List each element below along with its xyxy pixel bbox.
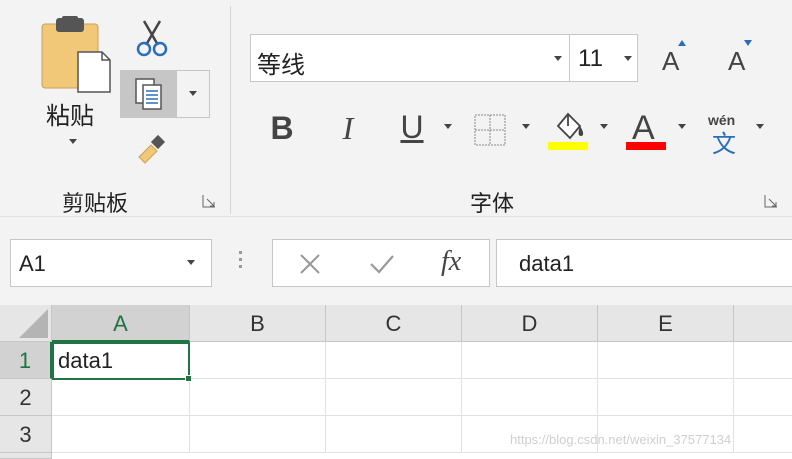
select-all-button[interactable] (0, 305, 52, 342)
column-header-e[interactable]: E (598, 305, 734, 342)
name-box[interactable]: A1 (10, 239, 212, 287)
watermark: https://blog.csdn.net/weixin_37577134 (510, 432, 732, 447)
column-header-d[interactable]: D (462, 305, 598, 342)
font-name-value: 等线 (257, 51, 305, 79)
formula-input[interactable]: data1 (496, 239, 792, 287)
font-color-button[interactable]: A (626, 108, 668, 152)
cell-e1[interactable] (598, 342, 734, 379)
paste-button[interactable] (40, 16, 112, 94)
decrease-font-size-button[interactable]: A (722, 36, 758, 76)
borders-button[interactable] (470, 110, 510, 150)
increase-font-size-button[interactable]: A (656, 36, 692, 76)
paste-icon (41, 16, 111, 93)
row-header-4[interactable] (0, 453, 52, 459)
font-size-dropdown-caret[interactable] (624, 56, 632, 61)
format-painter-button[interactable] (134, 132, 172, 166)
svg-text:A: A (728, 46, 746, 76)
cell-f3[interactable] (734, 416, 792, 453)
column-header-a[interactable]: A (52, 305, 190, 342)
cell-a2[interactable] (52, 379, 190, 416)
font-dialog-launcher-icon[interactable] (764, 194, 778, 208)
borders-icon (474, 114, 506, 146)
cell-c3[interactable] (326, 416, 462, 453)
row-header-1[interactable]: 1 (0, 342, 52, 379)
cell-b1[interactable] (190, 342, 326, 379)
column-header-b[interactable]: B (190, 305, 326, 342)
select-all-triangle-icon (19, 309, 48, 338)
enter-checkmark-icon[interactable] (367, 249, 397, 279)
copy-dropdown-caret[interactable] (189, 91, 197, 96)
cell-f2[interactable] (734, 379, 792, 416)
font-size-combobox[interactable]: 11 (570, 34, 638, 82)
fill-color-dropdown-caret[interactable] (600, 124, 608, 129)
copy-button-main[interactable] (121, 71, 177, 117)
paste-label[interactable]: 粘贴 (46, 96, 94, 131)
cell-e2[interactable] (598, 379, 734, 416)
ribbon-group-separator (230, 6, 231, 214)
cut-button[interactable] (132, 18, 172, 58)
cell-d2[interactable] (462, 379, 598, 416)
ribbon: 粘贴 剪贴板 等线 11 A A B I U A wén 文 字体 (0, 0, 792, 217)
column-header-f[interactable] (734, 305, 792, 342)
borders-dropdown-caret[interactable] (522, 124, 530, 129)
format-painter-icon (138, 134, 166, 164)
formula-buttons: fx (272, 239, 490, 287)
scissors-icon (136, 20, 168, 57)
bold-button[interactable]: B (262, 108, 302, 148)
svg-text:A: A (662, 46, 680, 76)
italic-icon: I (342, 109, 354, 146)
fill-color-button[interactable] (548, 108, 590, 152)
svg-text:A: A (632, 109, 655, 147)
insert-function-button[interactable]: fx (441, 246, 461, 278)
formula-bar-grip-icon[interactable] (239, 251, 243, 275)
clipboard-group-label: 剪贴板 (62, 192, 129, 217)
paint-bucket-icon (548, 112, 588, 150)
font-name-dropdown-caret[interactable] (554, 56, 562, 61)
copy-icon (135, 78, 162, 110)
underline-icon: U (400, 108, 424, 145)
active-cell-border (52, 342, 190, 380)
cell-f1[interactable] (734, 342, 792, 379)
phonetic-guide-button[interactable]: wén 文 (702, 110, 748, 158)
increase-font-size-icon: A (662, 40, 686, 76)
underline-button[interactable]: U (392, 106, 432, 148)
cell-b3[interactable] (190, 416, 326, 453)
copy-button[interactable] (120, 70, 210, 118)
bold-icon: B (270, 109, 294, 146)
phonetic-guide-char: 文 (712, 130, 736, 158)
font-color-dropdown-caret[interactable] (678, 124, 686, 129)
formula-bar: A1 fx data1 (0, 216, 792, 306)
phonetic-guide-dropdown-caret[interactable] (756, 124, 764, 129)
decrease-font-size-icon: A (728, 40, 752, 76)
row-header-3[interactable]: 3 (0, 416, 52, 453)
name-box-value: A1 (19, 251, 46, 276)
name-box-dropdown-caret[interactable] (187, 260, 195, 265)
cell-b2[interactable] (190, 379, 326, 416)
underline-dropdown-caret[interactable] (444, 124, 452, 129)
font-color-icon: A (626, 109, 666, 150)
cell-a3[interactable] (52, 416, 190, 453)
font-name-combobox[interactable]: 等线 (250, 34, 570, 82)
cell-d1[interactable] (462, 342, 598, 379)
clipboard-dialog-launcher-icon[interactable] (202, 194, 216, 208)
column-header-c[interactable]: C (326, 305, 462, 342)
italic-button[interactable]: I (328, 108, 368, 148)
font-group-label: 字体 (470, 192, 515, 217)
cancel-icon[interactable] (295, 249, 325, 279)
spreadsheet-grid[interactable]: A B C D E 1 2 3 data1 https://blog.csdn.… (0, 305, 792, 459)
fill-handle[interactable] (185, 375, 192, 382)
cell-c2[interactable] (326, 379, 462, 416)
font-size-value: 11 (578, 45, 603, 72)
paste-dropdown-caret[interactable] (69, 139, 77, 144)
row-header-2[interactable]: 2 (0, 379, 52, 416)
cell-c1[interactable] (326, 342, 462, 379)
